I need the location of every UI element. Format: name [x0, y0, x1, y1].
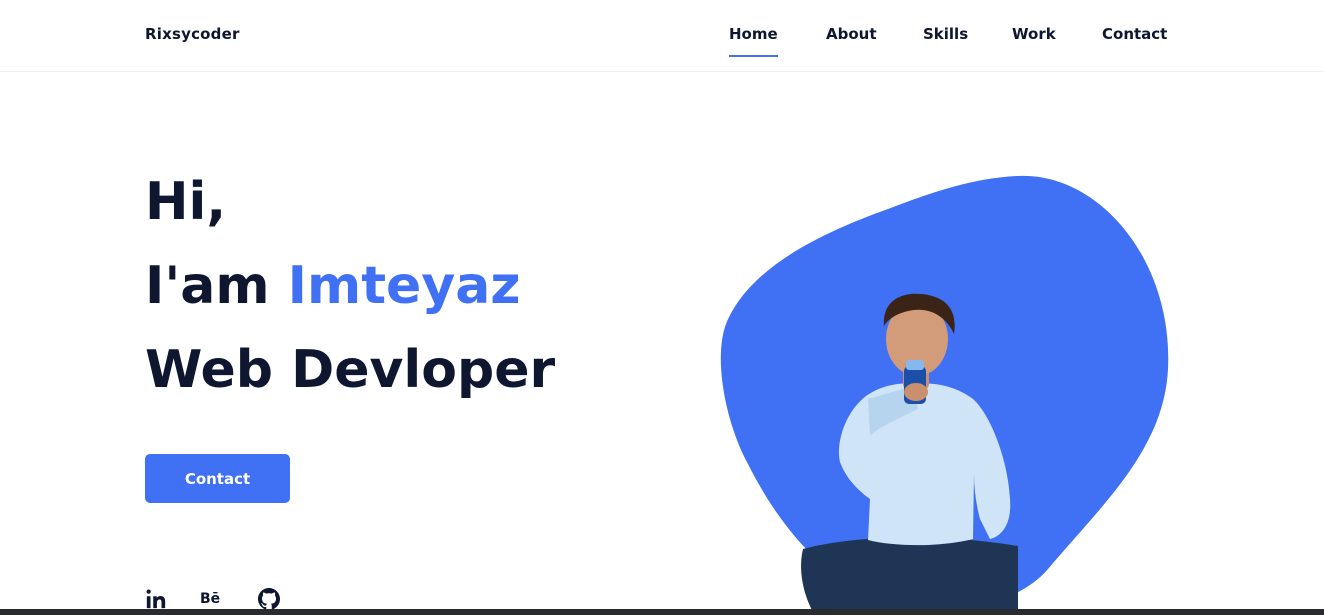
behance-icon[interactable]: Bē	[200, 588, 224, 610]
github-glyph	[258, 588, 280, 610]
hero-illustration	[720, 175, 1169, 612]
contact-button[interactable]: Contact	[145, 454, 290, 503]
nav-contact[interactable]: Contact	[1102, 25, 1167, 43]
hero-name: Imteyaz	[287, 256, 521, 316]
hero-greeting: Hi,	[145, 172, 227, 232]
linkedin-glyph	[146, 589, 166, 609]
linkedin-icon[interactable]	[145, 588, 167, 610]
main-nav: Home About Skills Work Contact	[0, 25, 1324, 65]
person-hand	[904, 383, 928, 401]
nav-home[interactable]: Home	[729, 25, 778, 43]
nav-work[interactable]: Work	[1012, 25, 1056, 43]
hero-intro-prefix: I'am	[145, 256, 288, 316]
water-bottle-cap	[906, 360, 924, 370]
person-legs	[801, 537, 1018, 612]
site-header: Rixsycoder Home About Skills Work Contac…	[0, 0, 1324, 72]
hero-image-area	[718, 174, 1170, 612]
github-icon[interactable]	[258, 588, 280, 610]
nav-about[interactable]: About	[826, 25, 877, 43]
hero-role: Web Devloper	[145, 340, 556, 400]
nav-skills[interactable]: Skills	[923, 25, 968, 43]
bottom-scroll-edge	[0, 609, 1324, 615]
behance-label: Bē	[200, 591, 221, 607]
hero-intro: I'am Imteyaz	[145, 260, 521, 312]
active-nav-indicator	[729, 55, 778, 57]
